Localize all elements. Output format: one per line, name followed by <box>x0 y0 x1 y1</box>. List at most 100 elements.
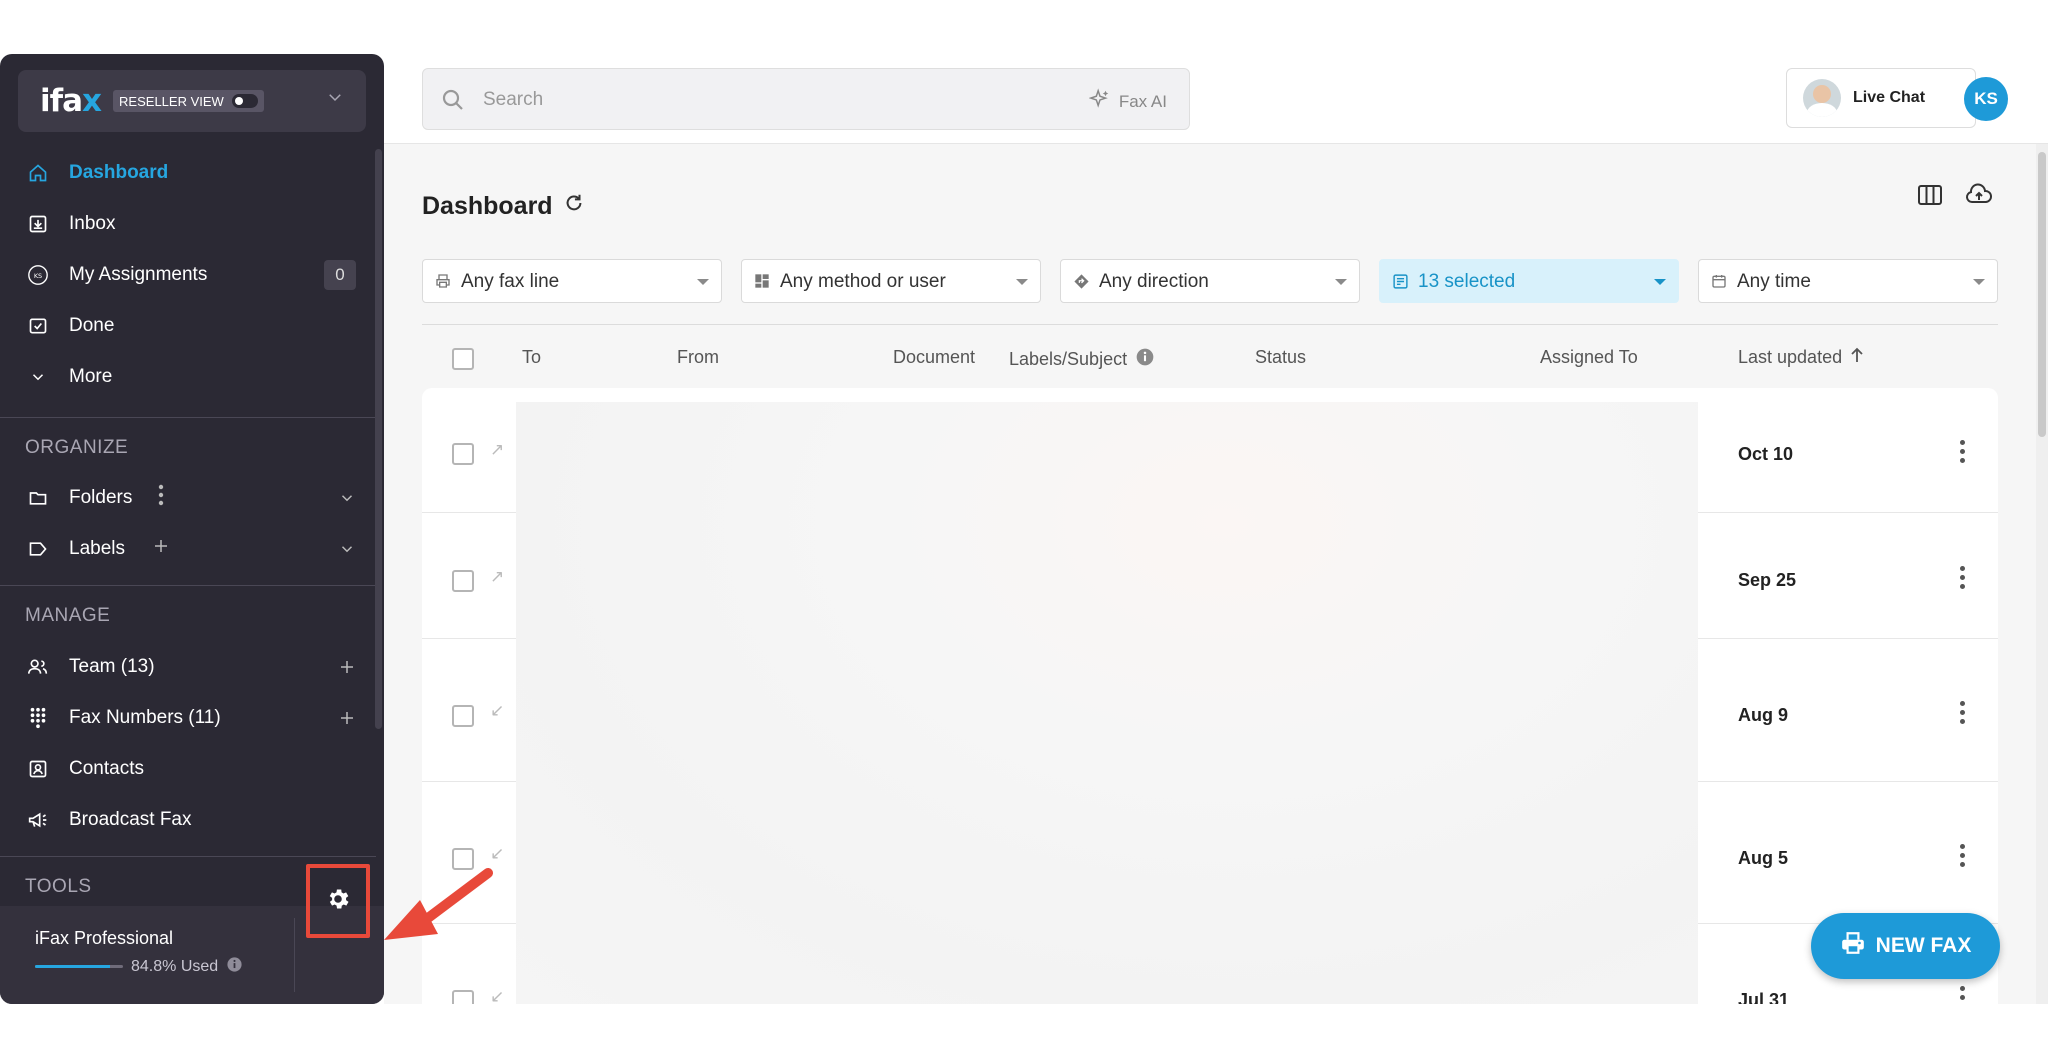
status-filter[interactable]: 13 selected <box>1379 259 1679 303</box>
row-checkbox[interactable] <box>452 705 474 727</box>
nav-folders[interactable]: Folders <box>0 478 378 518</box>
assignments-count-badge: 0 <box>324 260 356 290</box>
new-fax-label: NEW FAX <box>1875 934 1972 957</box>
column-header-to[interactable]: To <box>522 347 541 368</box>
add-fax-number-icon[interactable] <box>338 709 356 727</box>
done-icon <box>27 315 49 337</box>
divider <box>294 918 295 992</box>
chevron-down-icon[interactable] <box>326 88 344 111</box>
info-icon[interactable] <box>226 956 243 978</box>
incoming-arrow-icon: ↙ <box>490 701 505 720</box>
calendar-icon <box>1711 273 1727 295</box>
method-filter[interactable]: Any method or user <box>741 259 1041 303</box>
search-icon <box>441 88 465 117</box>
fax-line-filter[interactable]: Any fax line <box>422 259 722 303</box>
status-filter-label: 13 selected <box>1418 271 1516 292</box>
nav-folders-label: Folders <box>69 487 133 508</box>
column-header-labels[interactable]: Labels/Subject <box>1009 347 1155 372</box>
chevron-down-icon[interactable] <box>338 540 356 558</box>
time-filter[interactable]: Any time <box>1698 259 1998 303</box>
fax-ai-button[interactable]: Fax AI <box>1088 88 1167 115</box>
grid-icon <box>754 273 770 295</box>
row-checkbox[interactable] <box>452 443 474 465</box>
sidebar-scrollbar[interactable] <box>375 149 382 729</box>
nav-broadcast-fax[interactable]: Broadcast Fax <box>0 800 378 840</box>
fax-ai-label: Fax AI <box>1118 91 1167 111</box>
page-scrollbar[interactable] <box>2036 144 2048 1004</box>
nav-fax-numbers-label: Fax Numbers (11) <box>69 707 221 728</box>
nav-broadcast-fax-label: Broadcast Fax <box>69 809 192 830</box>
home-icon <box>27 162 49 184</box>
toggle-switch[interactable] <box>231 94 258 108</box>
usage-text: 84.8% Used <box>131 956 243 978</box>
add-label-icon[interactable] <box>152 537 170 561</box>
nav-dashboard[interactable]: Dashboard <box>0 153 378 193</box>
section-organize: ORGANIZE <box>25 437 129 458</box>
columns-icon[interactable] <box>1917 183 1943 212</box>
inbox-icon <box>27 213 49 235</box>
section-manage: MANAGE <box>25 605 111 626</box>
folder-icon <box>27 487 49 509</box>
direction-filter[interactable]: Any direction <box>1060 259 1360 303</box>
status-list-icon <box>1392 273 1409 296</box>
refresh-icon[interactable] <box>563 192 585 221</box>
dialpad-icon <box>27 707 49 729</box>
nav-team-label: Team (13) <box>69 656 155 677</box>
fax-icon <box>435 273 451 295</box>
gear-icon <box>325 886 351 917</box>
column-header-last-updated[interactable]: Last updated <box>1738 347 1864 368</box>
column-header-from[interactable]: From <box>677 347 719 368</box>
chevron-down-icon[interactable] <box>338 489 356 507</box>
team-icon <box>27 656 49 678</box>
nav-contacts-label: Contacts <box>69 758 144 779</box>
brand-switcher[interactable]: ifax RESELLER VIEW <box>18 70 366 132</box>
row-menu-icon[interactable] <box>1960 440 1966 467</box>
nav-my-assignments-label: My Assignments <box>69 264 208 285</box>
column-header-status[interactable]: Status <box>1255 347 1306 368</box>
settings-button[interactable] <box>306 864 370 938</box>
nav-inbox[interactable]: Inbox <box>0 204 378 244</box>
row-date: Oct 10 <box>1738 444 1794 464</box>
nav-more[interactable]: More <box>0 357 378 397</box>
column-header-last-updated-text: Last updated <box>1738 347 1843 367</box>
nav-done[interactable]: Done <box>0 306 378 346</box>
row-menu-icon[interactable] <box>1960 701 1966 728</box>
row-checkbox[interactable] <box>452 570 474 592</box>
page-title-text: Dashboard <box>422 192 553 220</box>
nav-done-label: Done <box>69 315 115 336</box>
nav-fax-numbers[interactable]: Fax Numbers (11) <box>0 698 378 738</box>
add-team-member-icon[interactable] <box>338 658 356 676</box>
live-chat-button[interactable]: Live Chat <box>1786 68 1976 128</box>
row-checkbox[interactable] <box>452 848 474 870</box>
select-all-checkbox[interactable] <box>452 348 474 370</box>
chevron-down-icon <box>27 366 49 388</box>
folders-options-icon[interactable] <box>158 484 164 512</box>
reseller-view-label: RESELLER VIEW <box>119 93 224 109</box>
caret-down-icon <box>1654 279 1666 285</box>
row-date: Aug 5 <box>1738 848 1789 868</box>
new-fax-button[interactable]: NEW FAX <box>1811 913 2000 979</box>
plan-name: iFax Professional <box>35 928 174 948</box>
info-icon[interactable] <box>1135 347 1155 372</box>
direction-filter-label: Any direction <box>1099 271 1209 292</box>
row-date: Aug 9 <box>1738 705 1789 725</box>
row-menu-icon[interactable] <box>1960 566 1966 593</box>
column-header-labels-text: Labels/Subject <box>1009 349 1128 369</box>
outgoing-arrow-icon: ↗ <box>490 440 505 459</box>
nav-team[interactable]: Team (13) <box>0 647 378 687</box>
sort-ascending-icon[interactable] <box>1850 347 1864 368</box>
user-initials-icon: KS <box>27 264 49 286</box>
column-header-assigned-to[interactable]: Assigned To <box>1540 347 1638 368</box>
reseller-view-toggle[interactable]: RESELLER VIEW <box>113 90 264 112</box>
divider <box>0 417 376 418</box>
nav-contacts[interactable]: Contacts <box>0 749 378 789</box>
cloud-upload-icon[interactable] <box>1965 183 1993 212</box>
row-menu-icon[interactable] <box>1960 844 1966 871</box>
usage-percent: 84.8% Used <box>131 958 219 975</box>
nav-labels[interactable]: Labels <box>0 529 378 569</box>
user-avatar[interactable]: KS <box>1964 77 2008 121</box>
search-input[interactable]: Search Fax AI <box>422 68 1190 130</box>
nav-more-label: More <box>69 366 113 387</box>
nav-my-assignments[interactable]: KS My Assignments 0 <box>0 255 378 295</box>
column-header-document[interactable]: Document <box>893 347 975 368</box>
